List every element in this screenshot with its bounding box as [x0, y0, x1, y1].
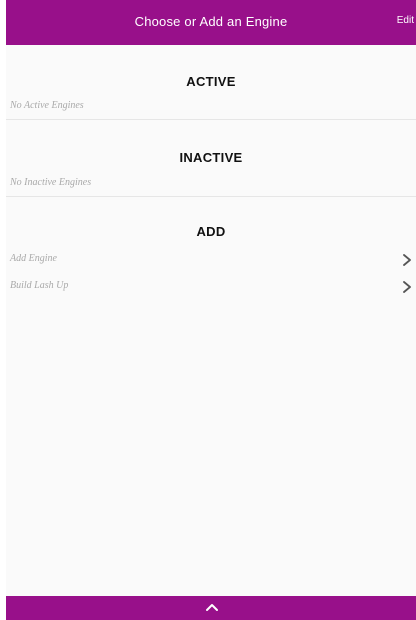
divider	[6, 119, 416, 120]
section-title-add: ADD	[196, 224, 226, 239]
section-title-inactive: INACTIVE	[179, 150, 243, 165]
chevron-up-icon[interactable]	[205, 602, 219, 612]
build-lash-up-row[interactable]: Build Lash Up	[6, 277, 416, 297]
engine-picker-screen: Choose or Add an Engine Edit ACTIVE No A…	[6, 0, 416, 620]
no-active-engines-text: No Active Engines	[10, 100, 84, 111]
section-title-active: ACTIVE	[186, 74, 236, 89]
add-engine-row[interactable]: Add Engine	[6, 250, 416, 270]
edit-button[interactable]: Edit	[397, 15, 414, 26]
chevron-right-icon	[403, 281, 411, 293]
add-engine-label: Add Engine	[10, 253, 57, 264]
divider	[6, 196, 416, 197]
nav-bar: Choose or Add an Engine Edit	[6, 0, 416, 45]
footer-expand-bar[interactable]	[6, 596, 416, 620]
page-title: Choose or Add an Engine	[134, 14, 288, 29]
chevron-right-icon	[403, 254, 411, 266]
no-inactive-engines-text: No Inactive Engines	[10, 177, 92, 188]
build-lash-up-label: Build Lash Up	[10, 280, 69, 291]
